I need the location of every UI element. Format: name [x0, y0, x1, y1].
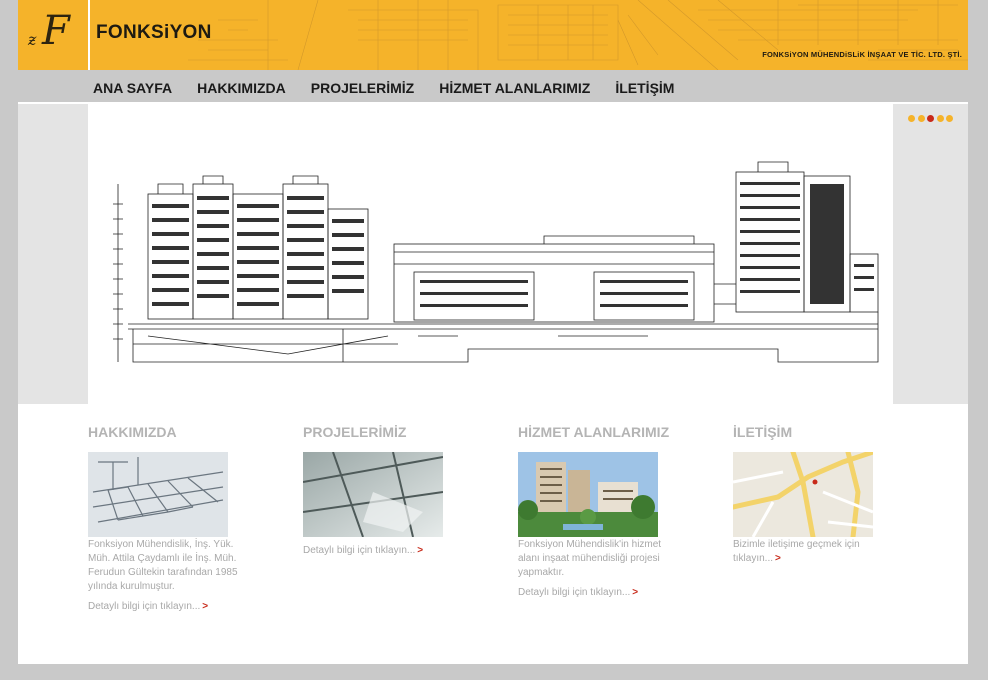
slider-dots — [908, 115, 956, 122]
section-title[interactable]: HİZMET ALANLARIMIZ — [518, 424, 678, 444]
more-link[interactable]: Bizimle iletişime geçmek için tıklayın..… — [733, 538, 893, 566]
arrow-right-icon: > — [775, 553, 781, 564]
logo[interactable]: ƶF — [18, 0, 90, 70]
arrow-right-icon: > — [202, 601, 209, 612]
section-text: Fonksiyon Mühendislik, İnş. Yük. Müh. At… — [88, 539, 238, 592]
slider-dot[interactable] — [908, 115, 915, 122]
thumbnail-residential-buildings[interactable] — [518, 452, 658, 537]
section-iletisim: İLETİŞİM Bizimle iletişime geçmek için t… — [733, 404, 893, 566]
section-title[interactable]: PROJELERİMİZ — [303, 424, 463, 444]
section-title[interactable]: HAKKIMIZDA — [88, 424, 248, 444]
thumbnail-glass-facade[interactable] — [303, 452, 443, 537]
main-nav: ANA SAYFA HAKKIMIZDA PROJELERİMİZ HİZMET… — [18, 70, 968, 102]
architectural-elevation-drawing — [113, 161, 879, 363]
slider-dot[interactable] — [946, 115, 953, 122]
slider-dot[interactable] — [936, 115, 944, 122]
section-projelerimiz: PROJELERİMİZ Detaylı bilgi için tıklayın… — [303, 404, 463, 558]
arrow-right-icon: > — [417, 545, 424, 556]
nav-item-projelerimiz[interactable]: PROJELERİMİZ — [311, 80, 414, 96]
slide-image[interactable] — [88, 104, 953, 404]
more-link[interactable]: Detaylı bilgi için tıklayın... > — [303, 544, 423, 558]
logo-monogram: ƶF — [28, 8, 70, 54]
more-link[interactable]: Detaylı bilgi için tıklayın... > — [518, 586, 638, 600]
section-title[interactable]: İLETİŞİM — [733, 424, 893, 444]
nav-item-hakkimizda[interactable]: HAKKIMIZDA — [197, 80, 286, 96]
nav-item-ana-sayfa[interactable]: ANA SAYFA — [93, 80, 172, 96]
slider-dot[interactable] — [917, 115, 925, 122]
hero-slider — [18, 104, 968, 404]
site-header: ƶF FONKSiYON FONKSiYON MÜHENDiSLiK İNŞAA… — [18, 0, 968, 70]
section-hakkimizda: HAKKIMIZDA Fonksiyon Mühendislik, İnş. Y… — [88, 404, 248, 614]
arrow-right-icon: > — [632, 587, 639, 598]
section-hizmet-alanlarimiz: HİZMET ALANLARIMIZ Fonksiyon Mühendislik… — [518, 404, 678, 600]
nav-item-iletisim[interactable]: İLETİŞİM — [615, 80, 674, 96]
brand-name[interactable]: FONKSiYON — [96, 22, 212, 44]
content-area: HAKKIMIZDA Fonksiyon Mühendislik, İnş. Y… — [18, 404, 968, 664]
company-name: FONKSiYON MÜHENDiSLiK İNŞAAT VE TİC. LTD… — [762, 50, 962, 59]
slider-dot[interactable] — [927, 115, 934, 122]
thumbnail-steel-truss[interactable] — [88, 452, 228, 537]
nav-item-hizmet-alanlarimiz[interactable]: HİZMET ALANLARIMIZ — [439, 80, 590, 96]
thumbnail-location-map[interactable] — [733, 452, 873, 537]
more-link[interactable]: Detaylı bilgi için tıklayın... > — [88, 600, 208, 614]
section-text: Fonksiyon Mühendislik'in hizmet alanı in… — [518, 539, 662, 578]
